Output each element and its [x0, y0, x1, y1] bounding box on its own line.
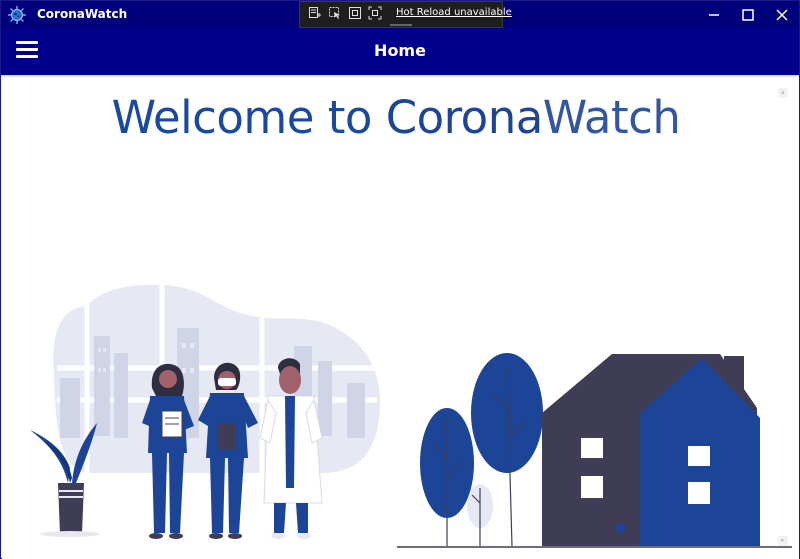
window-controls [697, 1, 799, 28]
live-visual-tree-icon[interactable] [308, 6, 322, 20]
select-element-icon[interactable] [328, 6, 342, 20]
minimize-button[interactable] [697, 1, 731, 28]
close-icon [776, 8, 788, 21]
trees [420, 353, 543, 547]
virus-icon [8, 6, 26, 24]
home-page-content: Welcome to CoronaWatch ▴ ▸ [2, 78, 799, 559]
display-layout-adorners-icon[interactable] [348, 6, 362, 20]
minimize-icon [709, 13, 719, 16]
maximize-icon [742, 8, 754, 21]
healthcare-illustration [30, 283, 792, 548]
xaml-debug-toolbar: Hot Reload unavailable ‹ [299, 1, 512, 28]
window-title: CoronaWatch [37, 7, 128, 21]
maximize-button[interactable] [731, 1, 765, 28]
page-title: Home [374, 41, 426, 60]
toolbar-drag-handle[interactable] [390, 24, 412, 26]
house [542, 354, 760, 546]
navigation-bar: Home [1, 28, 799, 75]
collapse-toolbar-icon[interactable]: ‹ [492, 7, 495, 18]
track-focus-icon[interactable] [368, 6, 382, 20]
app-window: CoronaWatch Hot Reload unavailable ‹ Hom… [0, 0, 800, 559]
close-button[interactable] [765, 1, 799, 28]
